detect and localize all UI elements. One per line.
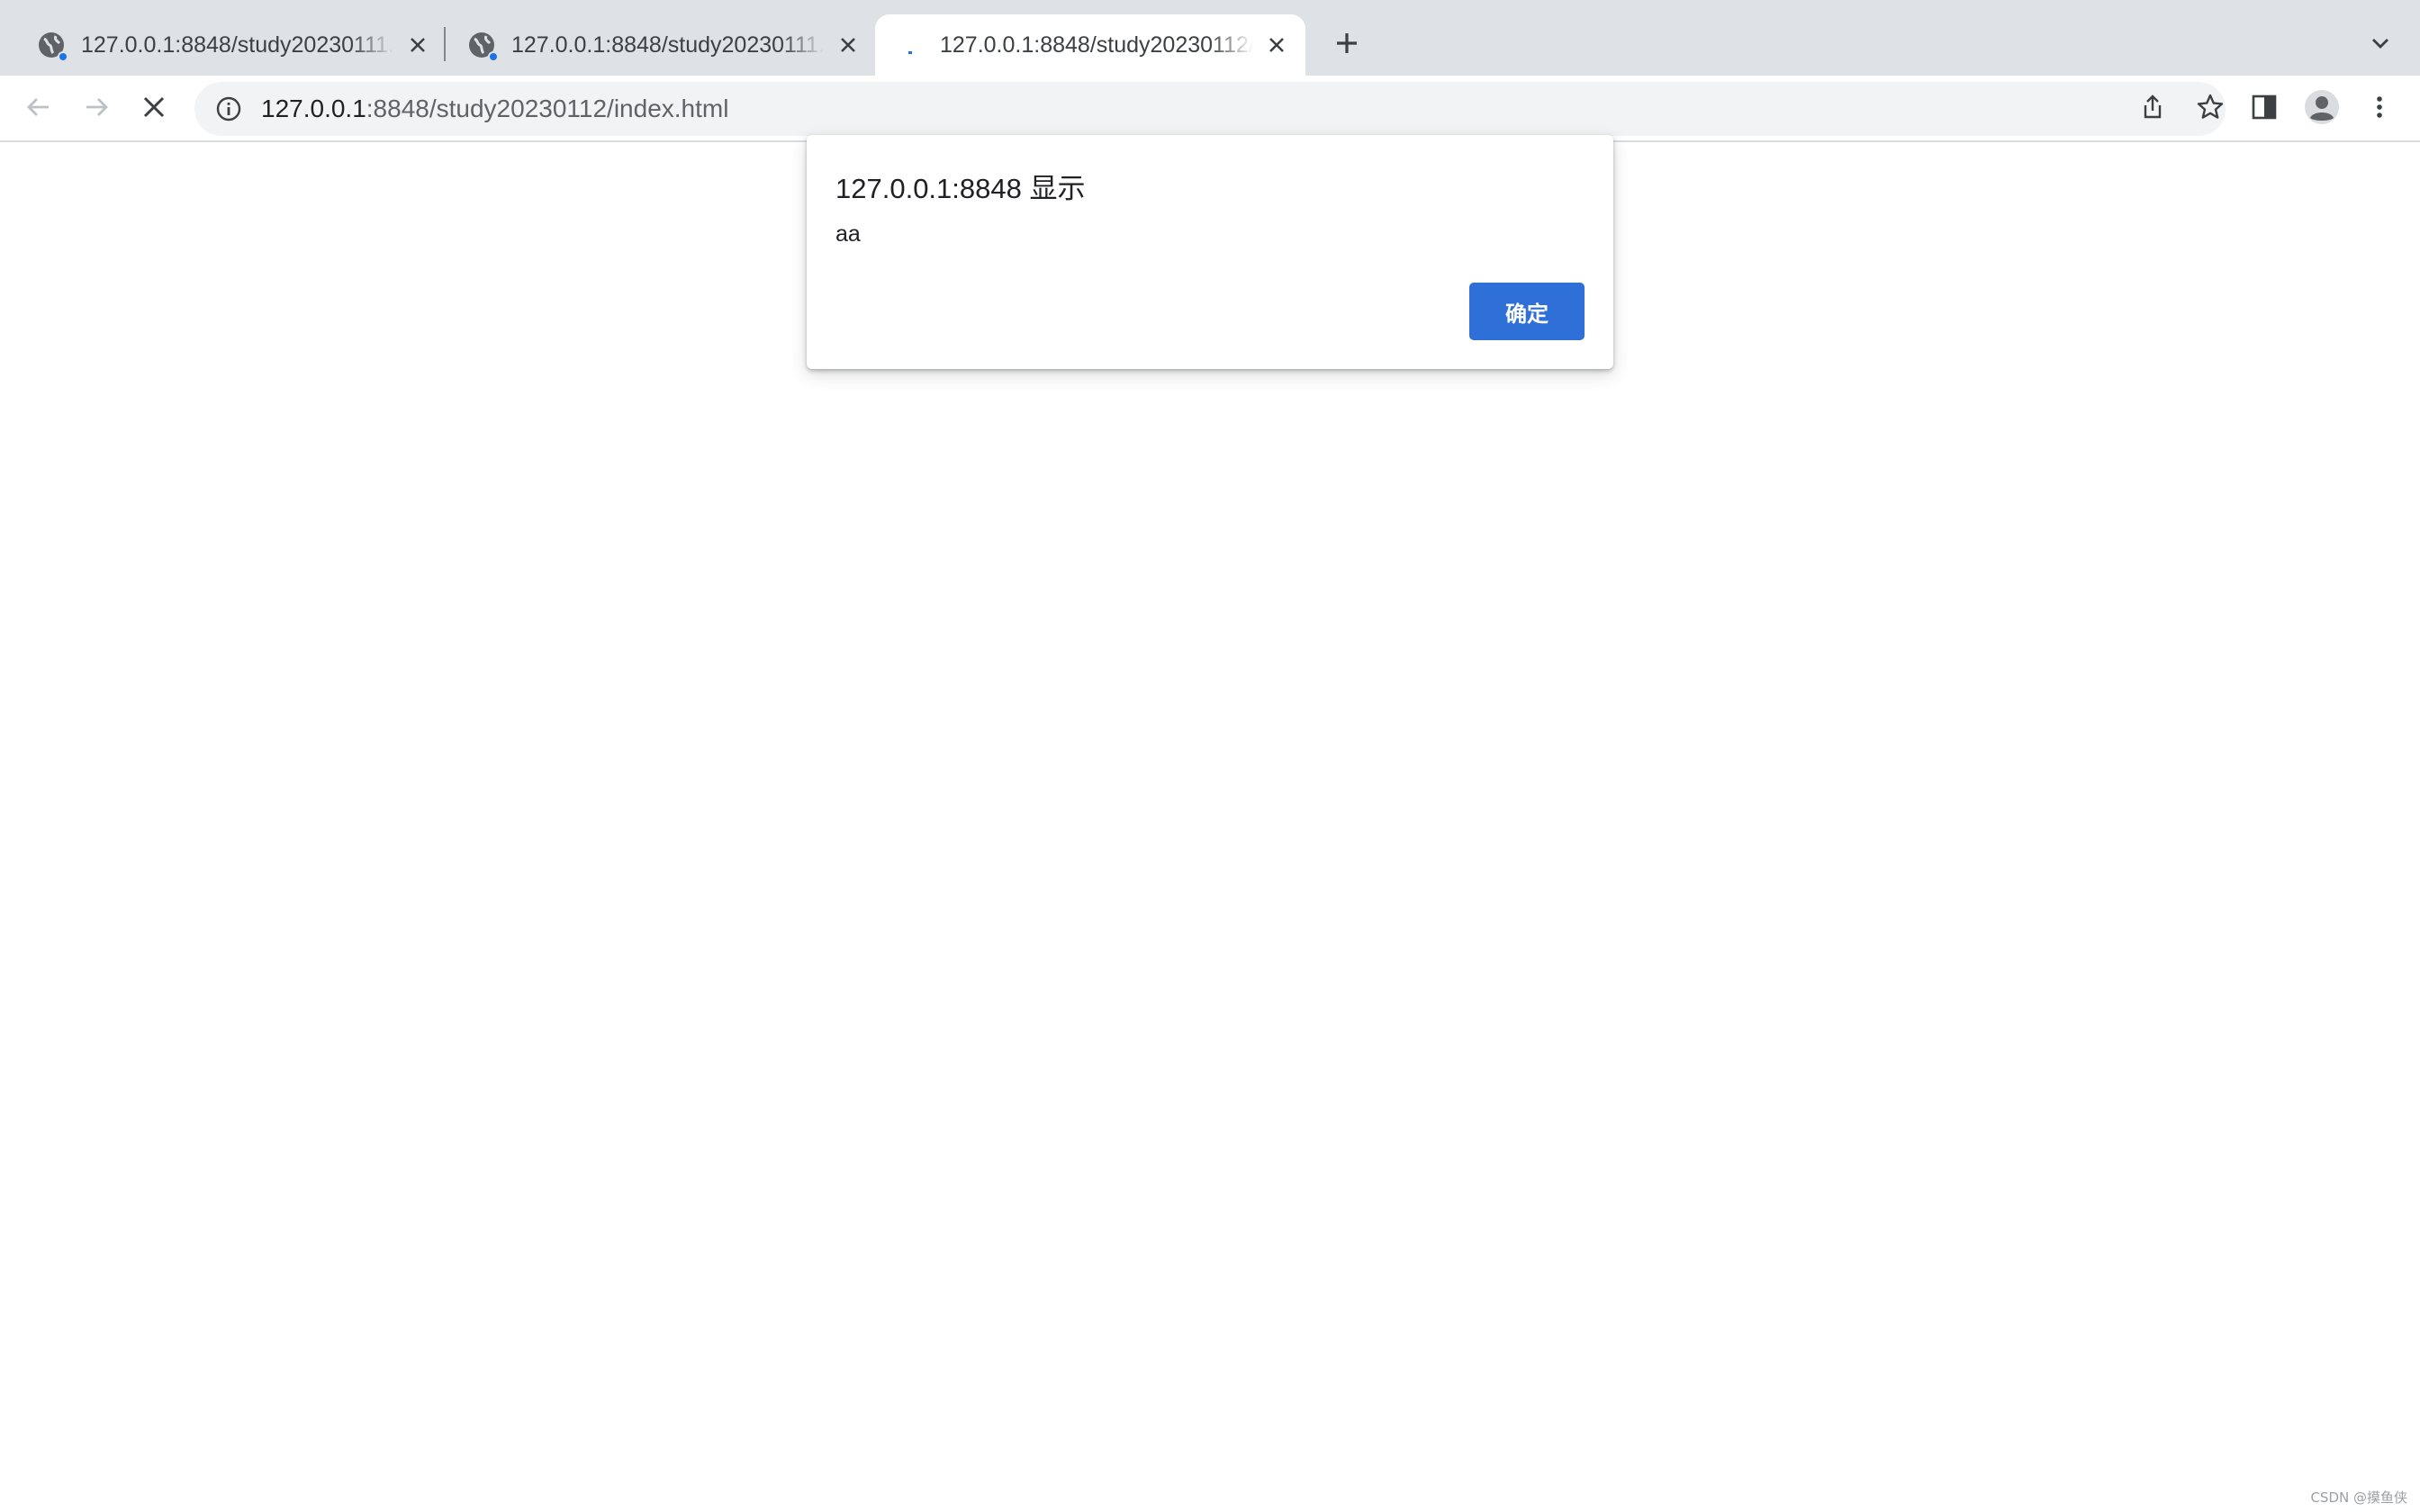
share-button[interactable]	[2128, 85, 2177, 133]
tab-3-active[interactable]: 127.0.0.1:8848/study20230112/index.html	[875, 14, 1305, 76]
tab-close-icon[interactable]	[1262, 31, 1291, 59]
ok-button[interactable]: 确定	[1469, 283, 1585, 340]
share-icon	[2139, 94, 2166, 125]
chevron-down-icon	[2370, 32, 2391, 58]
dialog-message: aa	[835, 221, 861, 247]
close-icon	[140, 94, 167, 125]
info-icon[interactable]	[212, 93, 245, 125]
menu-button[interactable]	[2355, 85, 2404, 133]
stop-loading-button[interactable]	[130, 85, 178, 133]
side-panel-icon	[2251, 94, 2278, 125]
side-panel-button[interactable]	[2240, 85, 2289, 133]
loading-spinner-icon	[895, 30, 926, 60]
tab-search-button[interactable]	[2362, 27, 2398, 63]
arrow-right-icon	[82, 93, 111, 126]
tab-close-icon[interactable]	[403, 31, 432, 59]
tab-strip: 127.0.0.1:8848/study20230111... 127.0.0.…	[0, 0, 2420, 76]
url-path: :8848/study20230112/index.html	[366, 94, 729, 122]
url-host: 127.0.0.1	[261, 94, 366, 122]
alert-dialog: 127.0.0.1:8848 显示 aa 确定	[807, 135, 1613, 369]
tab-separator	[444, 27, 446, 61]
forward-button[interactable]	[72, 85, 121, 133]
globe-icon	[36, 30, 68, 62]
new-tab-button[interactable]	[1329, 27, 1365, 63]
plus-icon	[1334, 31, 1359, 60]
tab-close-icon[interactable]	[834, 31, 862, 59]
tab-notification-dot	[58, 51, 68, 62]
browser-toolbar: 127.0.0.1:8848/study20230112/index.html	[0, 76, 2420, 142]
tab-2[interactable]: 127.0.0.1:8848/study20230111...	[447, 14, 877, 76]
star-icon	[2196, 93, 2225, 126]
arrow-left-icon	[24, 93, 53, 126]
address-bar[interactable]: 127.0.0.1:8848/study20230112/index.html	[194, 82, 2226, 136]
tab-1[interactable]: 127.0.0.1:8848/study20230111...	[16, 14, 447, 76]
tab-notification-dot	[488, 51, 499, 62]
bookmark-button[interactable]	[2186, 85, 2235, 133]
tab-title: 127.0.0.1:8848/study20230111...	[511, 32, 825, 58]
url-text[interactable]: 127.0.0.1:8848/study20230112/index.html	[261, 94, 728, 123]
profile-button[interactable]	[2298, 85, 2346, 133]
back-button[interactable]	[14, 85, 63, 133]
tab-title: 127.0.0.1:8848/study20230111...	[81, 32, 394, 58]
tab-title: 127.0.0.1:8848/study20230112/index.html	[940, 32, 1253, 58]
more-vert-icon	[2366, 94, 2393, 125]
watermark: CSDN @摸鱼侠	[2310, 1490, 2407, 1506]
avatar-icon	[2304, 89, 2340, 130]
dialog-title: 127.0.0.1:8848 显示	[835, 173, 1086, 204]
globe-icon	[466, 30, 499, 62]
